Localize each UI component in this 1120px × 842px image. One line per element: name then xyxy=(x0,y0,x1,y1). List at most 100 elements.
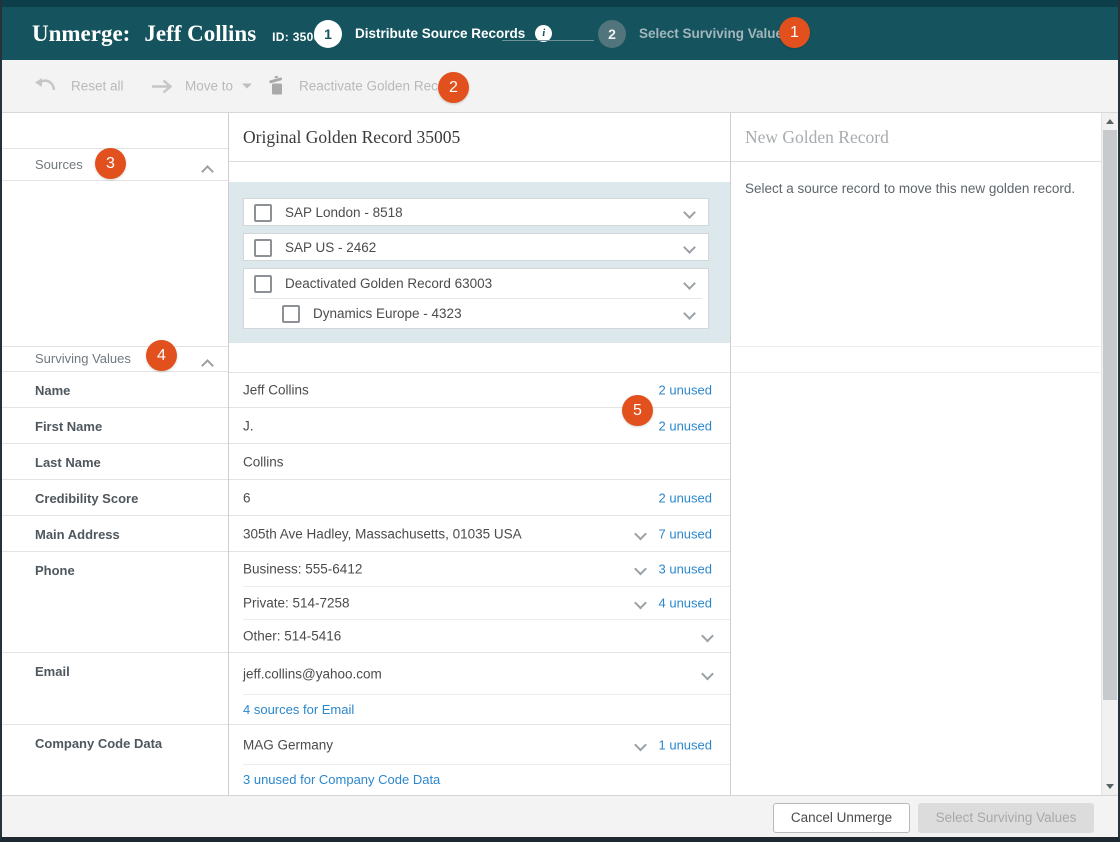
field-label-last-name: Last Name xyxy=(2,444,228,480)
source-checkbox[interactable] xyxy=(254,239,272,257)
unused-link[interactable]: 2 unused xyxy=(659,490,713,505)
left-panel: Sources Surviving Values Name First Name… xyxy=(2,113,229,795)
step-connector-line xyxy=(502,40,594,41)
value-email: jeff.collins@yahoo.com xyxy=(243,666,382,681)
value-group-phone: Business: 555-6412 3 unused Private: 514… xyxy=(229,552,730,653)
source-record-deactivated-group[interactable]: Deactivated Golden Record 63003 Dynamics… xyxy=(243,268,709,329)
step-1-circle: 1 xyxy=(314,20,342,48)
step-select-surviving-values[interactable]: 2 Select Surviving Values xyxy=(598,20,791,48)
header-bar: Unmerge: Jeff Collins ID: 35005 1 Distri… xyxy=(2,0,1118,60)
company-code-unused-link-row: 3 unused for Company Code Data xyxy=(229,765,730,794)
reactivate-label: Reactivate Golden Record xyxy=(299,79,457,94)
field-label-company-code-data: Company Code Data xyxy=(2,725,228,795)
reactivate-golden-record-button[interactable]: Reactivate Golden Record xyxy=(266,76,457,97)
reset-all-button[interactable]: Reset all xyxy=(32,78,124,95)
cancel-unmerge-button[interactable]: Cancel Unmerge xyxy=(773,803,910,833)
select-surviving-values-button[interactable]: Select Surviving Values xyxy=(918,803,1094,833)
value-row-first-name: J. 2 unused xyxy=(229,408,730,444)
new-record-header: New Golden Record xyxy=(731,113,1101,162)
footer-bar: Cancel Unmerge Select Surviving Values xyxy=(2,795,1118,837)
unused-link[interactable]: 2 unused xyxy=(659,382,713,397)
scrollbar-thumb[interactable] xyxy=(1103,130,1117,700)
chevron-down-icon[interactable] xyxy=(683,277,696,290)
field-label-main-address: Main Address xyxy=(2,516,228,552)
source-label: Deactivated Golden Record 63003 xyxy=(285,276,492,291)
record-name: Jeff Collins xyxy=(144,21,256,47)
unused-link[interactable]: 2 unused xyxy=(659,418,713,433)
triangle-up-icon xyxy=(1106,119,1114,124)
source-label: Dynamics Europe - 4323 xyxy=(313,306,462,321)
move-to-label: Move to xyxy=(185,79,233,94)
phone-row-other: Other: 514-5416 xyxy=(229,620,730,652)
unused-link[interactable]: 1 unused xyxy=(659,737,713,752)
chevron-down-icon xyxy=(242,84,252,89)
main-area: Sources Surviving Values Name First Name… xyxy=(2,113,1118,795)
chevron-down-icon[interactable] xyxy=(701,630,714,643)
phone-row-private: Private: 514-7258 4 unused xyxy=(229,587,730,619)
source-checkbox[interactable] xyxy=(254,204,272,222)
chevron-down-icon[interactable] xyxy=(701,667,714,680)
surviving-values-section-header[interactable]: Surviving Values xyxy=(2,346,228,372)
chevron-up-icon[interactable] xyxy=(201,165,214,178)
value-row-name: Jeff Collins 2 unused xyxy=(229,372,730,408)
value-row-last-name: Collins xyxy=(229,444,730,480)
value-first-name: J. xyxy=(243,418,254,433)
email-sources-link-row: 4 sources for Email xyxy=(229,695,730,724)
source-checkbox[interactable] xyxy=(282,305,300,323)
source-label: SAP London - 8518 xyxy=(285,205,403,220)
value-last-name: Collins xyxy=(243,454,284,469)
move-to-button[interactable]: Move to xyxy=(150,79,252,94)
chevron-up-icon[interactable] xyxy=(201,359,214,372)
step-2-circle: 2 xyxy=(598,20,626,48)
value-row-credibility-score: 6 2 unused xyxy=(229,480,730,516)
step-distribute-source-records[interactable]: 1 Distribute Source Records i xyxy=(314,20,552,48)
callout-badge-4: 4 xyxy=(146,340,177,371)
source-label: SAP US - 2462 xyxy=(285,240,376,255)
page-title: Unmerge: Jeff Collins ID: 35005 xyxy=(32,21,328,47)
unused-link[interactable]: 7 unused xyxy=(659,526,713,541)
scroll-down-button[interactable] xyxy=(1102,779,1118,794)
source-record-dynamics-europe[interactable]: Dynamics Europe - 4323 xyxy=(244,299,708,328)
scroll-up-button[interactable] xyxy=(1102,114,1118,129)
callout-badge-1: 1 xyxy=(779,17,810,48)
arrow-right-icon xyxy=(150,79,173,93)
vertical-scrollbar[interactable] xyxy=(1101,113,1118,795)
source-record-sap-us[interactable]: SAP US - 2462 xyxy=(243,233,709,261)
value-phone-private: Private: 514-7258 xyxy=(243,596,350,611)
field-label-name: Name xyxy=(2,372,228,408)
unused-link[interactable]: 4 unused xyxy=(659,596,713,611)
chevron-down-icon[interactable] xyxy=(683,307,696,320)
chevron-down-icon[interactable] xyxy=(683,241,696,254)
sources-for-email-link[interactable]: 4 sources for Email xyxy=(243,702,354,717)
unused-link[interactable]: 3 unused xyxy=(659,562,713,577)
chevron-down-icon[interactable] xyxy=(634,597,647,610)
unused-for-company-code-link[interactable]: 3 unused for Company Code Data xyxy=(243,772,440,787)
source-record-sap-london[interactable]: SAP London - 8518 xyxy=(243,198,709,226)
source-record-deactivated[interactable]: Deactivated Golden Record 63003 xyxy=(244,269,708,298)
title-prefix: Unmerge: xyxy=(32,21,130,47)
new-golden-record-panel: New Golden Record Select a source record… xyxy=(731,113,1101,795)
chevron-down-icon[interactable] xyxy=(683,206,696,219)
sources-header-label: Sources xyxy=(35,157,83,172)
original-record-header: Original Golden Record 35005 xyxy=(229,113,730,162)
value-credibility-score: 6 xyxy=(243,490,251,505)
value-phone-business: Business: 555-6412 xyxy=(243,562,362,577)
callout-badge-3: 3 xyxy=(95,148,126,179)
chevron-down-icon[interactable] xyxy=(634,738,647,751)
original-golden-record-panel: Original Golden Record 35005 SAP London … xyxy=(229,113,731,795)
value-name: Jeff Collins xyxy=(243,382,309,397)
value-group-email: jeff.collins@yahoo.com 4 sources for Ema… xyxy=(229,653,730,725)
value-main-address: 305th Ave Hadley, Massachusetts, 01035 U… xyxy=(243,526,522,541)
field-label-first-name: First Name xyxy=(2,408,228,444)
email-row: jeff.collins@yahoo.com xyxy=(229,653,730,694)
source-checkbox[interactable] xyxy=(254,275,272,293)
source-records-block: SAP London - 8518 SAP US - 2462 Deactiva… xyxy=(229,182,730,343)
step-2-label: Select Surviving Values xyxy=(639,26,791,41)
unmerge-window: Unmerge: Jeff Collins ID: 35005 1 Distri… xyxy=(0,0,1120,842)
field-label-phone: Phone xyxy=(2,552,228,653)
undo-icon xyxy=(32,78,59,95)
callout-badge-5: 5 xyxy=(622,395,653,426)
chevron-down-icon[interactable] xyxy=(634,563,647,576)
field-label-email: Email xyxy=(2,653,228,725)
chevron-down-icon[interactable] xyxy=(634,527,647,540)
